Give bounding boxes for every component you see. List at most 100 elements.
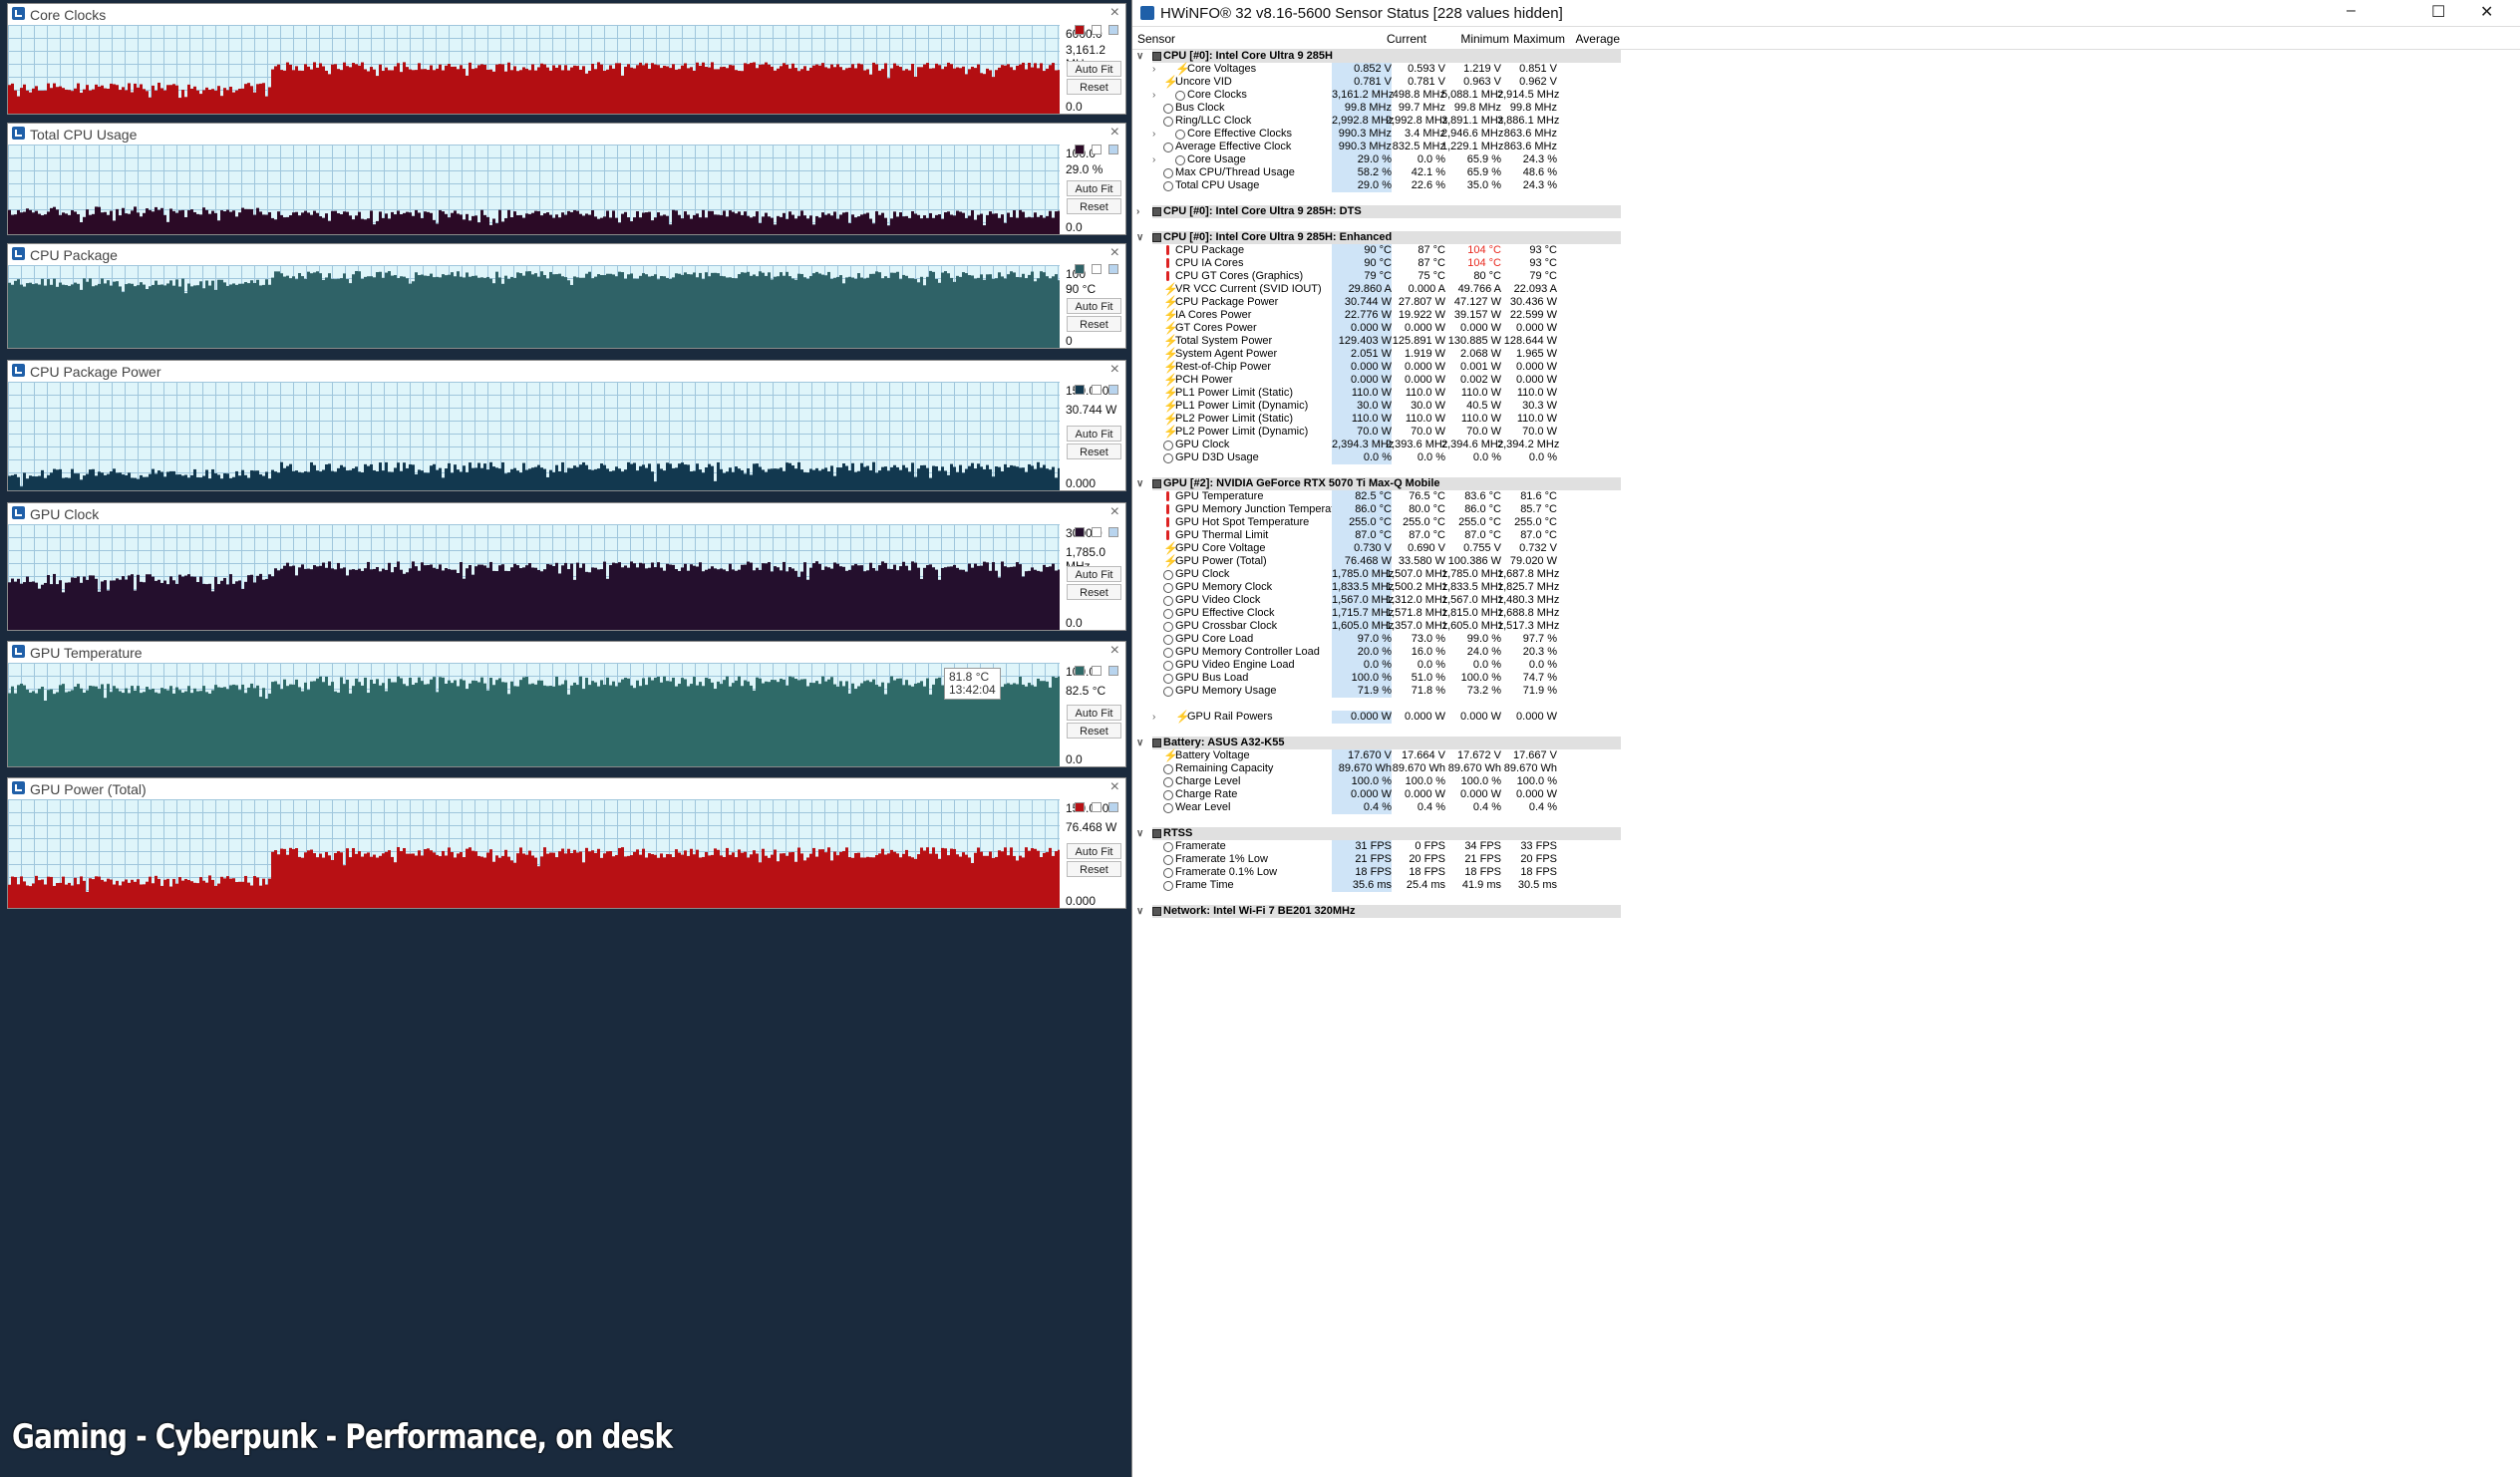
sensor-row[interactable]: ⚡ GPU Core Voltage 0.730 V 0.690 V 0.755 V 0.… — [1132, 542, 2520, 555]
sensor-row[interactable]: ⚡ Uncore VID 0.781 V 0.781 V 0.963 V 0.962 V — [1132, 76, 2520, 89]
sensor-group-row[interactable]: ∨ Network: Intel Wi-Fi 7 BE201 320MHz — [1132, 905, 2520, 918]
sensor-row[interactable]: ⚡ PCH Power 0.000 W 0.000 W 0.002 W 0.000 W — [1132, 374, 2520, 387]
sensor-row[interactable]: ⚡ PL2 Power Limit (Static) 110.0 W 110.0 W1… — [1132, 413, 2520, 426]
graph-swatch-blank[interactable] — [1092, 264, 1102, 274]
reset-button[interactable]: Reset — [1067, 316, 1121, 332]
auto-fit-button[interactable]: Auto Fit — [1067, 705, 1121, 721]
sensor-row[interactable]: ⚡ IA Cores Power 22.776 W 19.922 W 39.157 W2… — [1132, 309, 2520, 322]
chevron-right-icon[interactable]: › — [1152, 711, 1155, 724]
sensor-row[interactable]: Max CPU/Thread Usage 58.2 % 42.1 % 65.9 % 48… — [1132, 166, 2520, 179]
sensor-row[interactable]: CPU Package 90 °C 87 °C 104 °C 93 °C — [1132, 244, 2520, 257]
reset-button[interactable]: Reset — [1067, 198, 1121, 214]
graph-swatch-light[interactable] — [1108, 145, 1118, 154]
close-icon[interactable]: × — [1110, 4, 1119, 22]
sensor-row[interactable]: GPU Memory Usage 71.9 % 71.8 % 73.2 % 71.9 % — [1132, 685, 2520, 698]
column-minimum[interactable]: Minimum — [1449, 32, 1509, 46]
chevron-down-icon[interactable]: ∨ — [1136, 905, 1143, 918]
auto-fit-button[interactable]: Auto Fit — [1067, 180, 1121, 196]
sensor-row[interactable]: Framerate 0.1% Low 18 FPS 18 FPS 18 FPS 18 F… — [1132, 866, 2520, 879]
sensor-row[interactable]: GPU Thermal Limit 87.0 °C 87.0 °C 87.0 °C 87… — [1132, 529, 2520, 542]
sensor-row[interactable]: › ⚡ Core Voltages 0.852 V 0.593 V 1.219 V 0.85… — [1132, 63, 2520, 76]
graph-swatch-light[interactable] — [1108, 527, 1118, 537]
auto-fit-button[interactable]: Auto Fit — [1067, 843, 1121, 859]
reset-button[interactable]: Reset — [1067, 861, 1121, 877]
graph-color-swatch[interactable] — [1075, 802, 1085, 812]
column-average[interactable]: Average — [1560, 32, 1620, 46]
sensor-row[interactable]: ⚡ Battery Voltage 17.670 V 17.664 V 17.672 V… — [1132, 749, 2520, 762]
sensor-row[interactable]: Charge Level 100.0 % 100.0 % 100.0 % 100.0 % — [1132, 775, 2520, 788]
column-maximum[interactable]: Maximum — [1505, 32, 1565, 46]
close-icon[interactable]: × — [1110, 244, 1119, 262]
graph-swatch-blank[interactable] — [1092, 25, 1102, 35]
auto-fit-button[interactable]: Auto Fit — [1067, 566, 1121, 582]
chevron-right-icon[interactable]: › — [1152, 89, 1155, 102]
sensor-row[interactable]: ⚡ PL1 Power Limit (Dynamic) 30.0 W 30.0 W 40… — [1132, 400, 2520, 413]
sensor-row[interactable]: GPU Effective Clock 1,715.7 MHz 1,571.8 MH… — [1132, 607, 2520, 620]
sensor-group-row[interactable]: ∨ Battery: ASUS A32-K55 — [1132, 737, 2520, 749]
graph-color-swatch[interactable] — [1075, 264, 1085, 274]
sensor-group-row[interactable]: › CPU [#0]: Intel Core Ultra 9 285H: DTS — [1132, 205, 2520, 218]
graph-swatch-light[interactable] — [1108, 25, 1118, 35]
auto-fit-button[interactable]: Auto Fit — [1067, 298, 1121, 314]
close-icon[interactable]: × — [1110, 361, 1119, 379]
close-icon[interactable]: ✕ — [2480, 2, 2493, 22]
sensor-row[interactable]: GPU Memory Clock 1,833.5 MHz 1,500.2 MHz 1,… — [1132, 581, 2520, 594]
chevron-right-icon[interactable]: › — [1152, 63, 1155, 76]
sensor-row[interactable]: CPU IA Cores 90 °C 87 °C 104 °C 93 °C — [1132, 257, 2520, 270]
sensor-row[interactable]: GPU Core Load 97.0 % 73.0 % 99.0 % 97.7 % — [1132, 633, 2520, 646]
reset-button[interactable]: Reset — [1067, 443, 1121, 459]
sensor-group-row[interactable]: ∨ CPU [#0]: Intel Core Ultra 9 285H: Enha… — [1132, 231, 2520, 244]
auto-fit-button[interactable]: Auto Fit — [1067, 61, 1121, 77]
sensor-row[interactable]: ⚡ VR VCC Current (SVID IOUT) 29.860 A 0.000… — [1132, 283, 2520, 296]
sensor-row[interactable]: Ring/LLC Clock 2,992.8 MHz 2,992.8 MHz 3,89… — [1132, 115, 2520, 128]
graph-swatch-blank[interactable] — [1092, 666, 1102, 676]
sensor-row[interactable]: › Core Effective Clocks 990.3 MHz 3.4 MHz 2,… — [1132, 128, 2520, 141]
sensor-row[interactable]: › Core Usage 29.0 % 0.0 % 65.9 % 24.3 % — [1132, 153, 2520, 166]
sensor-row[interactable]: GPU Memory Junction Temperature 86.0 °C 80… — [1132, 503, 2520, 516]
sensor-group-row[interactable]: ∨ CPU [#0]: Intel Core Ultra 9 285H — [1132, 50, 2520, 63]
sensor-group-row[interactable]: ∨ RTSS — [1132, 827, 2520, 840]
maximize-icon[interactable]: ☐ — [2431, 2, 2445, 22]
sensor-row[interactable]: GPU Memory Controller Load 20.0 % 16.0 % 24… — [1132, 646, 2520, 659]
chevron-down-icon[interactable]: ∨ — [1136, 737, 1143, 749]
sensor-row[interactable]: Framerate 1% Low 21 FPS 20 FPS 21 FPS 20 FPS — [1132, 853, 2520, 866]
graph-swatch-light[interactable] — [1108, 264, 1118, 274]
close-icon[interactable]: × — [1110, 124, 1119, 142]
sensor-row[interactable]: ⚡ System Agent Power 2.051 W 1.919 W 2.068 W… — [1132, 348, 2520, 361]
sensor-row[interactable]: Frame Time 35.6 ms 25.4 ms 41.9 ms 30.5 ms — [1132, 879, 2520, 892]
sensor-row[interactable]: Framerate 31 FPS 0 FPS 34 FPS 33 FPS — [1132, 840, 2520, 853]
sensor-group-row[interactable]: ∨ GPU [#2]: NVIDIA GeForce RTX 5070 Ti Ma… — [1132, 477, 2520, 490]
chevron-down-icon[interactable]: ∨ — [1136, 231, 1143, 244]
sensor-row[interactable]: Wear Level 0.4 % 0.4 % 0.4 % 0.4 % — [1132, 801, 2520, 814]
graph-swatch-blank[interactable] — [1092, 385, 1102, 395]
chevron-right-icon[interactable]: › — [1136, 205, 1139, 218]
graph-color-swatch[interactable] — [1075, 145, 1085, 154]
sensor-row[interactable]: GPU Video Clock 1,567.0 MHz 1,312.0 MHz 1,5… — [1132, 594, 2520, 607]
graph-swatch-blank[interactable] — [1092, 527, 1102, 537]
chevron-down-icon[interactable]: ∨ — [1136, 50, 1143, 63]
graph-color-swatch[interactable] — [1075, 25, 1085, 35]
sensor-row[interactable]: GPU D3D Usage 0.0 % 0.0 % 0.0 % 0.0 % — [1132, 451, 2520, 464]
graph-swatch-light[interactable] — [1108, 385, 1118, 395]
sensor-row[interactable]: Total CPU Usage 29.0 % 22.6 % 35.0 % 24.3 % — [1132, 179, 2520, 192]
sensor-row[interactable]: GPU Hot Spot Temperature 255.0 °C 255.0 °C… — [1132, 516, 2520, 529]
sensor-row[interactable]: ⚡ Total System Power 129.403 W 125.891 W 130… — [1132, 335, 2520, 348]
graph-swatch-light[interactable] — [1108, 802, 1118, 812]
sensor-row[interactable]: Charge Rate 0.000 W 0.000 W 0.000 W 0.000 W — [1132, 788, 2520, 801]
sensor-row[interactable]: GPU Temperature 82.5 °C 76.5 °C 83.6 °C 81.6… — [1132, 490, 2520, 503]
chevron-down-icon[interactable]: ∨ — [1136, 827, 1143, 840]
reset-button[interactable]: Reset — [1067, 723, 1121, 738]
sensor-row[interactable]: GPU Crossbar Clock 1,605.0 MHz 1,357.0 MHz… — [1132, 620, 2520, 633]
chevron-right-icon[interactable]: › — [1152, 128, 1155, 141]
column-sensor[interactable]: Sensor — [1137, 32, 1175, 46]
sensor-row[interactable]: ⚡ GT Cores Power 0.000 W 0.000 W 0.000 W 0.00… — [1132, 322, 2520, 335]
chevron-right-icon[interactable]: › — [1152, 153, 1155, 166]
graph-color-swatch[interactable] — [1075, 666, 1085, 676]
minimize-icon[interactable]: – — [2347, 2, 2356, 20]
close-icon[interactable]: × — [1110, 503, 1119, 521]
sensor-row[interactable]: GPU Video Engine Load 0.0 % 0.0 % 0.0 % 0.0 … — [1132, 659, 2520, 672]
column-current[interactable]: Current — [1367, 32, 1426, 46]
reset-button[interactable]: Reset — [1067, 584, 1121, 600]
chevron-down-icon[interactable]: ∨ — [1136, 477, 1143, 490]
sensor-row[interactable]: GPU Bus Load 100.0 % 51.0 % 100.0 % 74.7 % — [1132, 672, 2520, 685]
